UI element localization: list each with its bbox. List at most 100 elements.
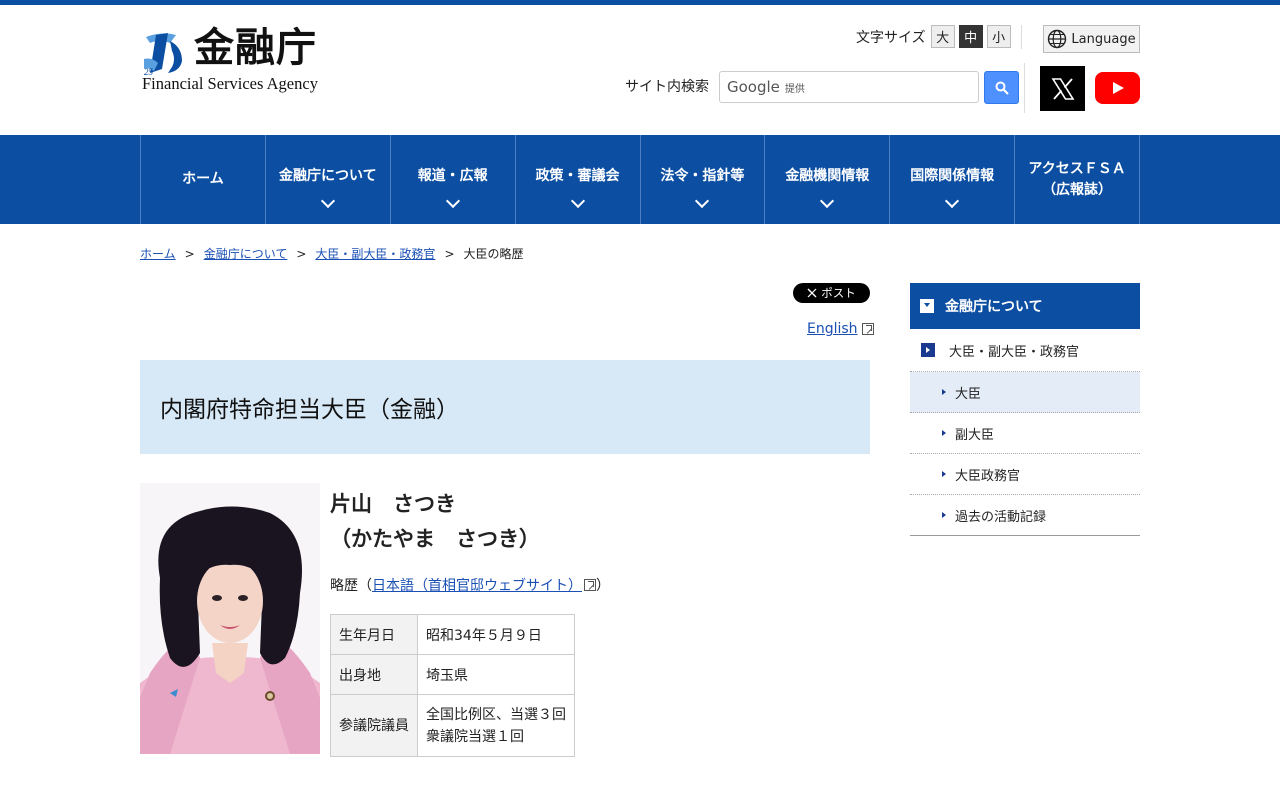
nav-item-label: 報道・広報 (417, 168, 488, 184)
profile-value: 昭和34年５月９日 (417, 614, 575, 655)
breadcrumb: ホーム > 金融庁について > 大臣・副大臣・政務官 > 大臣の略歴 (140, 245, 524, 262)
font-size-label: 文字サイズ (856, 29, 926, 46)
profile-label: 出身地 (330, 654, 418, 695)
sidebar-item-label: 大臣政務官 (955, 468, 1021, 484)
sidebar-item-label: 大臣・副大臣・政務官 (949, 344, 1080, 360)
google-watermark-suffix: 提供 (784, 83, 805, 95)
external-link-icon (584, 579, 596, 591)
profile-value: 全国比例区、当選３回 衆議院当選１回 (417, 694, 575, 757)
search-icon (995, 81, 1009, 95)
external-link-icon (861, 323, 874, 335)
breadcrumb-link-ministers[interactable]: 大臣・副大臣・政務官 (315, 245, 435, 262)
nav-item-home[interactable]: ホーム (141, 135, 266, 224)
x-link[interactable] (1040, 66, 1085, 111)
chevron-down-icon (820, 193, 835, 209)
search-label: サイト内検索 (625, 79, 709, 95)
profile-value: 埼玉県 (417, 654, 575, 695)
chevron-down-icon (695, 193, 710, 209)
triangle-right-icon (942, 430, 946, 436)
header-divider (1024, 63, 1025, 113)
nav-item-laws[interactable]: 法令・指針等 (641, 135, 766, 224)
table-row: 出身地 埼玉県 (330, 654, 575, 695)
table-row: 参議院議員 全国比例区、当選３回 衆議院当選１回 (330, 694, 575, 757)
sidebar-item-minister[interactable]: 大臣 (910, 372, 1140, 413)
header-divider (1021, 25, 1022, 49)
biography-link[interactable]: 日本語（首相官邸ウェブサイト） (372, 575, 582, 595)
breadcrumb-separator: > (296, 246, 307, 261)
site-header: 25 金融庁 Financial Services Agency 文字サイズ 大… (0, 5, 1280, 135)
google-watermark: Google (727, 78, 780, 96)
font-size-large-button[interactable]: 大 (930, 25, 955, 48)
page-title: 内閣府特命担当大臣（金融） (140, 360, 870, 454)
language-label: Language (1071, 31, 1136, 47)
nav-item-policy[interactable]: 政策・審議会 (516, 135, 641, 224)
youtube-link[interactable] (1095, 72, 1140, 104)
minister-photo (140, 483, 320, 754)
sidebar-item-label: 大臣 (955, 386, 982, 402)
logo-text-en: Financial Services Agency (142, 74, 318, 93)
x-icon (807, 288, 817, 298)
nav-item-label: 金融機関情報 (785, 168, 870, 184)
nav-item-label: 金融庁について (279, 168, 377, 184)
x-post-button[interactable]: ポスト (793, 283, 870, 303)
profile-label: 生年月日 (330, 614, 418, 655)
sidebar-item-parliamentary-secretary[interactable]: 大臣政務官 (910, 454, 1140, 495)
chevron-down-icon (570, 193, 585, 209)
biography-suffix: ） (596, 578, 610, 594)
sidebar-item-activity-archive[interactable]: 過去の活動記録 (910, 495, 1140, 536)
breadcrumb-link-home[interactable]: ホーム (140, 245, 176, 262)
english-page-link[interactable]: English (807, 321, 874, 337)
sidebar-item-ministers[interactable]: 大臣・副大臣・政務官 (910, 329, 1140, 372)
portrait-image (140, 483, 320, 754)
english-link-label: English (807, 321, 858, 337)
profile-table: 生年月日 昭和34年５月９日 出身地 埼玉県 参議院議員 全国比例区、当選３回 … (330, 614, 575, 757)
table-row: 生年月日 昭和34年５月９日 (330, 614, 575, 655)
globe-icon (1048, 29, 1067, 49)
sidebar-item-label: 過去の活動記録 (955, 509, 1047, 525)
site-logo[interactable]: 25 金融庁 Financial Services Agency (142, 25, 342, 95)
search-input[interactable]: Google 提供 (719, 71, 979, 103)
nav-item-about[interactable]: 金融庁について (266, 135, 391, 224)
nav-item-label: アクセスＦＳＡ （広報誌） (1028, 160, 1126, 198)
triangle-right-icon (942, 389, 946, 395)
x-icon (1051, 77, 1074, 100)
nav-item-label: ホーム (182, 171, 224, 187)
font-size-medium-button[interactable]: 中 (958, 25, 983, 48)
chevron-down-icon (945, 193, 960, 209)
youtube-icon (1112, 82, 1124, 94)
sidebar-item-vice-minister[interactable]: 副大臣 (910, 413, 1140, 454)
search-button[interactable] (984, 71, 1019, 104)
breadcrumb-link-about[interactable]: 金融庁について (204, 245, 288, 262)
sidebar-heading-label: 金融庁について (945, 299, 1043, 315)
sidebar: 金融庁について 大臣・副大臣・政務官 大臣 副大臣 大臣政務官 過去の活動記録 (910, 283, 1140, 536)
breadcrumb-separator: > (184, 246, 195, 261)
language-button[interactable]: Language (1043, 25, 1140, 53)
fsa-logo-mark-icon: 25 (142, 29, 188, 77)
breadcrumb-separator: > (444, 246, 455, 261)
sidebar-item-label: 副大臣 (955, 427, 995, 443)
nav-item-press[interactable]: 報道・広報 (391, 135, 516, 224)
minister-name-kana: （かたやま さつき） (330, 527, 540, 551)
nav-item-international[interactable]: 国際関係情報 (890, 135, 1016, 224)
breadcrumb-current: 大臣の略歴 (463, 247, 524, 261)
triangle-right-icon (942, 512, 946, 518)
logo-text-jp: 金融庁 (194, 25, 317, 71)
nav-item-institutions[interactable]: 金融機関情報 (765, 135, 891, 224)
nav-item-access-fsa[interactable]: アクセスＦＳＡ （広報誌） (1015, 135, 1140, 224)
nav-item-label: 法令・指針等 (660, 168, 745, 184)
post-button-label: ポスト (821, 286, 856, 300)
profile-label: 参議院議員 (330, 694, 418, 757)
global-nav: ホーム 金融庁について 報道・広報 政策・審議会 法令・指針等 金融機関情報 国… (0, 135, 1280, 224)
font-size-switcher: 文字サイズ 大 中 小 (856, 25, 1015, 48)
biography-prefix: 略歴（ (330, 578, 372, 594)
chevron-down-icon (320, 193, 335, 209)
nav-item-label: 国際関係情報 (910, 168, 995, 184)
sidebar-heading[interactable]: 金融庁について (910, 283, 1140, 329)
font-size-small-button[interactable]: 小 (986, 25, 1011, 48)
collapse-icon (920, 299, 934, 313)
nav-item-label: 政策・審議会 (535, 168, 620, 184)
biography-line: 略歴（ 日本語（首相官邸ウェブサイト） ） (330, 575, 610, 595)
arrow-right-icon (921, 343, 935, 357)
minister-name: 片山 さつき (330, 492, 456, 516)
triangle-right-icon (942, 471, 946, 477)
